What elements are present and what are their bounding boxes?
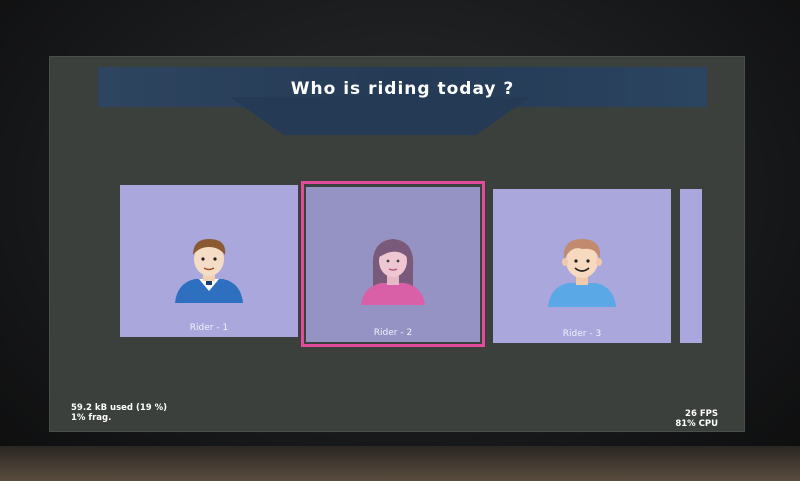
man-in-suit-icon (169, 231, 249, 307)
rider-card-partial[interactable] (680, 189, 702, 343)
cpu-text: 81% CPU (675, 419, 718, 429)
fragmentation-text: 1% frag. (71, 413, 112, 423)
page-title: Who is riding today ? (290, 79, 515, 99)
header-banner-tab (230, 97, 530, 135)
rider-label: Rider - 3 (562, 329, 602, 339)
fps-text: 26 FPS (685, 409, 718, 419)
memory-usage-text: 59.2 kB used (19 %) (71, 403, 168, 413)
rider-card-3[interactable]: Rider - 3 (493, 189, 671, 343)
rider-card-1[interactable]: Rider - 1 (120, 185, 298, 337)
table-surface (0, 446, 800, 481)
rider-label: Rider - 1 (189, 323, 229, 333)
performance-monitor: 26 FPS 81% CPU (675, 409, 718, 429)
boy-avatar-icon (542, 231, 622, 311)
selection-frame (301, 181, 485, 347)
memory-monitor: 59.2 kB used (19 %) 1% frag. (71, 403, 167, 423)
display-screen: Who is riding today ? Rider - 1 Rider - … (49, 56, 745, 432)
